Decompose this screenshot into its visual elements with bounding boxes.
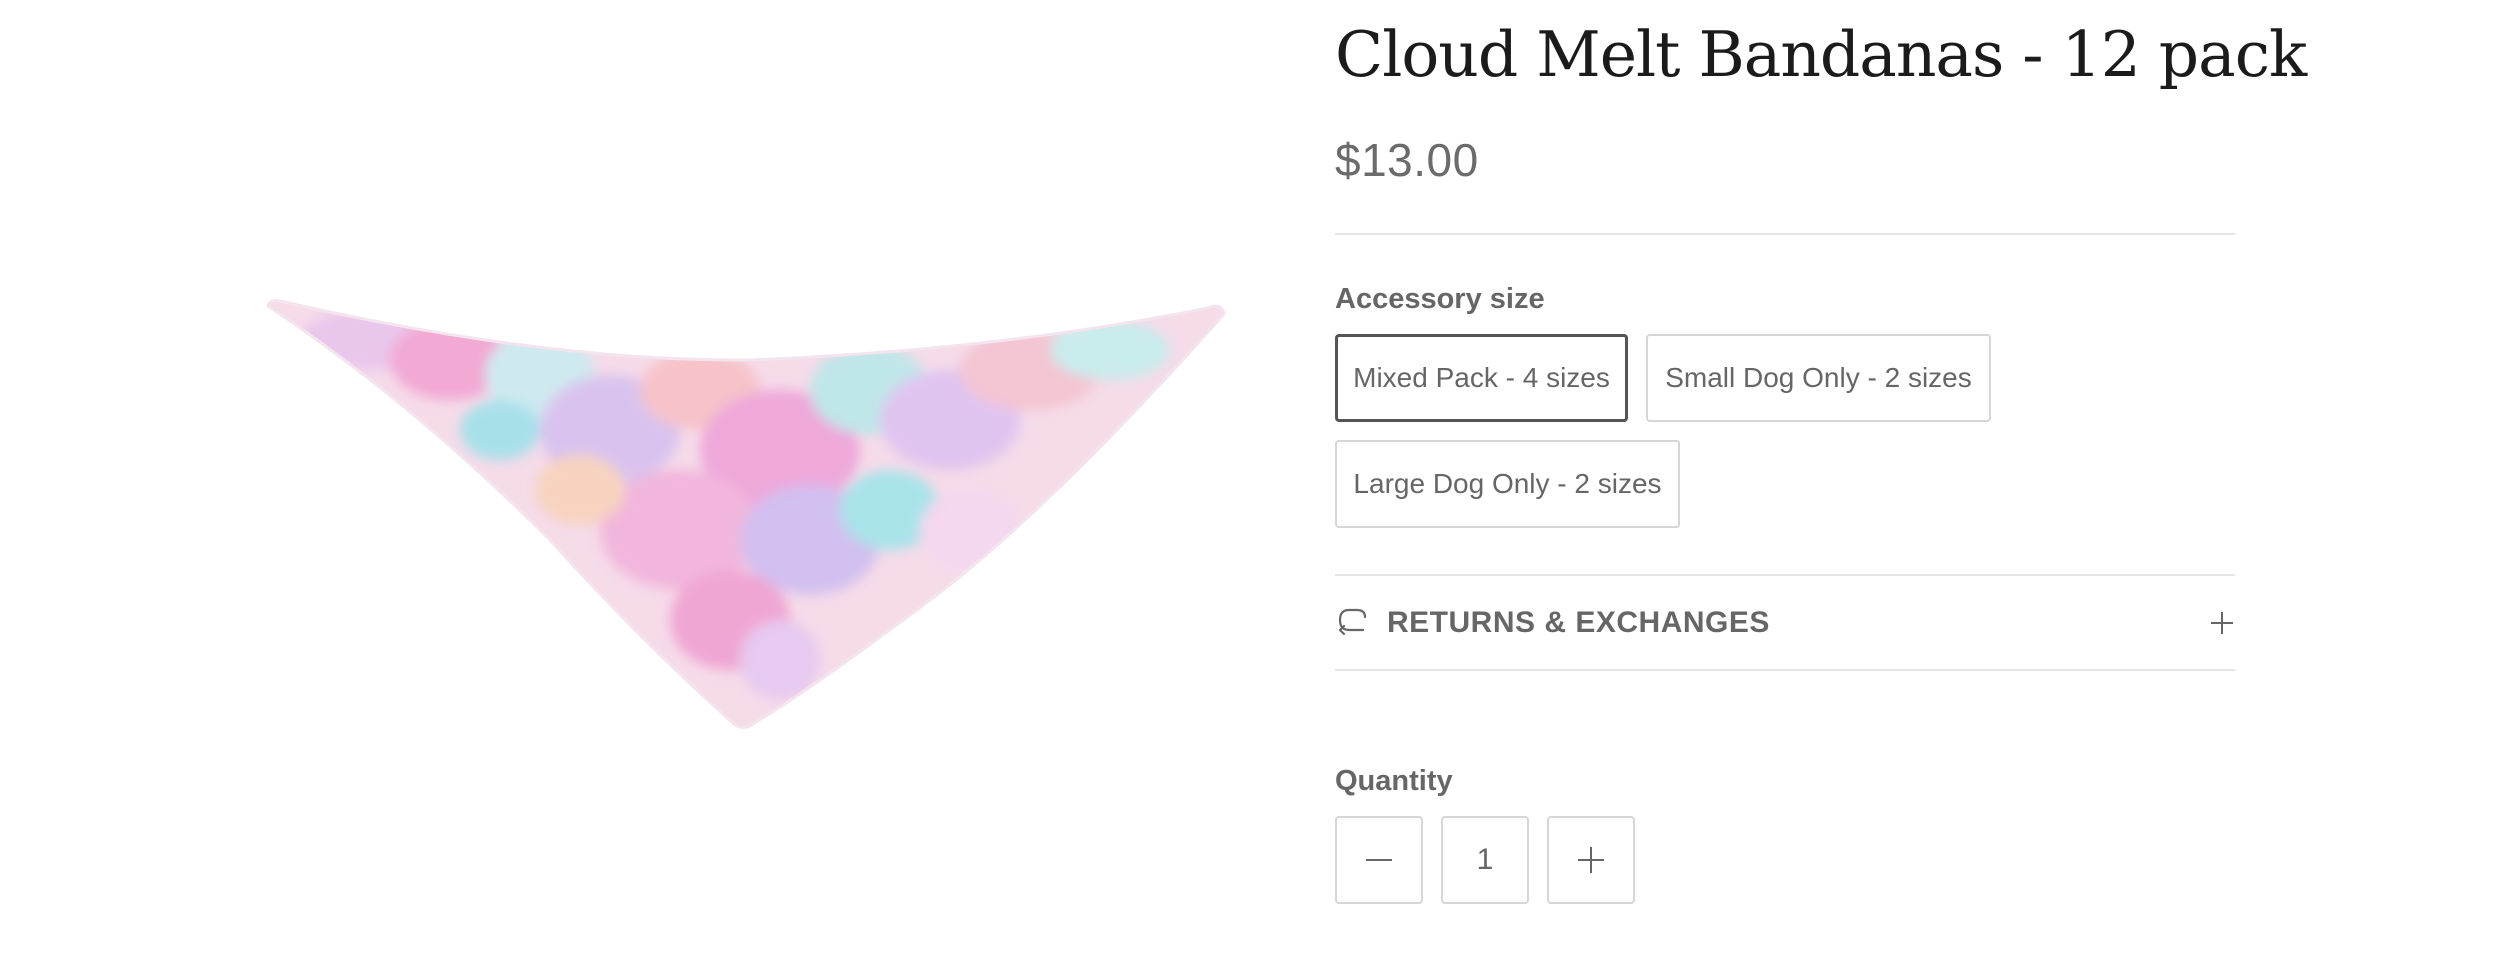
quantity-decrease-button[interactable] — [1335, 816, 1423, 904]
plus-icon — [1578, 847, 1604, 873]
minus-icon — [1366, 859, 1392, 861]
return-arrow-icon — [1338, 608, 1367, 635]
product-price: $13.00 — [1335, 134, 1479, 186]
size-option-large-dog[interactable]: Large Dog Only - 2 sizes — [1335, 440, 1680, 528]
product-image — [250, 280, 1240, 740]
quantity-input[interactable]: 1 — [1441, 816, 1529, 904]
product-title: Cloud Melt Bandanas - 12 pack — [1335, 18, 2307, 91]
plus-icon[interactable] — [2209, 610, 2235, 636]
quantity-label: Quantity — [1335, 765, 1453, 797]
returns-accordion[interactable]: RETURNS & EXCHANGES — [1335, 576, 2235, 669]
quantity-increase-button[interactable] — [1547, 816, 1635, 904]
bandana-image — [266, 299, 1226, 729]
divider — [1335, 669, 2235, 671]
accordion-title: RETURNS & EXCHANGES — [1387, 605, 1770, 639]
size-option-small-dog[interactable]: Small Dog Only - 2 sizes — [1646, 334, 1991, 422]
option-label: Accessory size — [1335, 283, 1545, 315]
divider — [1335, 233, 2235, 235]
size-option-mixed-pack[interactable]: Mixed Pack - 4 sizes — [1335, 334, 1628, 422]
product-page: Cloud Melt Bandanas - 12 pack $13.00 Acc… — [0, 0, 2500, 954]
